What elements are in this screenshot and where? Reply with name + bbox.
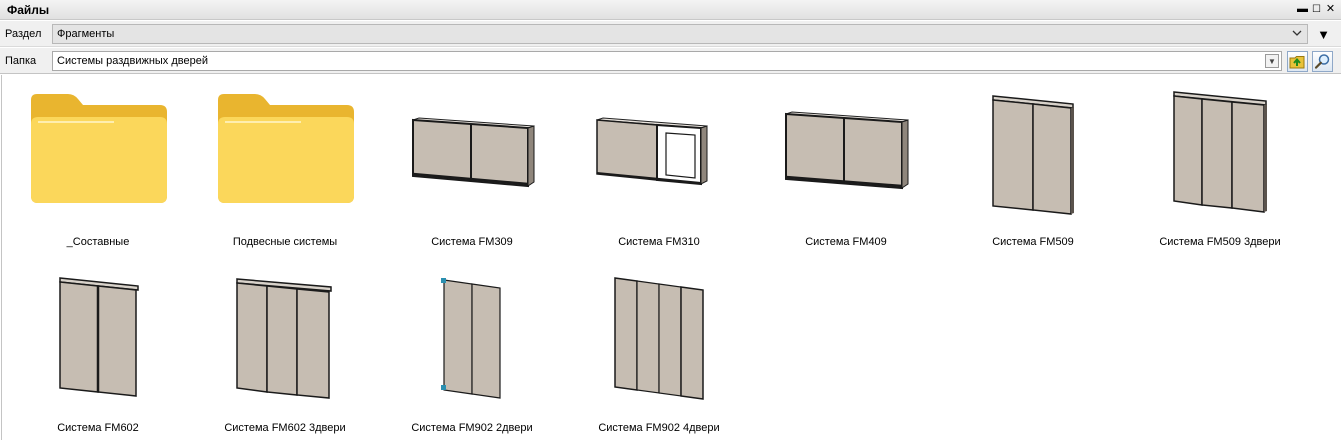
section-select[interactable]: Фрагменты [52, 24, 1308, 44]
item-label: _Составные [66, 236, 130, 248]
file-item[interactable]: Система FM309 [388, 84, 556, 248]
file-item[interactable]: Система FM509 3двери [1136, 84, 1304, 248]
folder-row: Папка Системы раздвижных дверей ▼ [0, 48, 1341, 74]
file-item[interactable]: Система FM409 [762, 84, 930, 248]
item-label: Система FM310 [618, 236, 700, 248]
item-label: Система FM309 [431, 236, 513, 248]
folder-item[interactable]: _Составные [14, 84, 182, 248]
item-label: Система FM902 4двери [598, 422, 720, 434]
folder-value: Системы раздвижных дверей [57, 55, 208, 67]
folder-icon [218, 94, 354, 203]
item-label: Система FM509 3двери [1159, 236, 1281, 248]
item-label: Подвесные системы [232, 236, 338, 248]
window-title: Файлы [7, 3, 50, 17]
dropdown-arrow-icon[interactable]: ▼ [1265, 54, 1279, 68]
maximize-icon[interactable]: ☐ [1310, 2, 1323, 17]
file-item[interactable]: Система FM602 3двери [201, 270, 369, 434]
section-value: Фрагменты [57, 28, 115, 40]
door-preview [59, 277, 139, 397]
wardrobe-preview [785, 111, 909, 190]
door-preview [614, 277, 704, 400]
item-label: Система FM902 2двери [411, 422, 533, 434]
door-preview [992, 95, 1074, 215]
door-preview [1173, 91, 1267, 213]
door-preview [236, 278, 332, 399]
item-label: Система FM602 3двери [224, 422, 346, 434]
file-item[interactable]: Система FM902 2двери [388, 270, 556, 434]
item-label: Система FM509 [992, 236, 1074, 248]
minimize-icon[interactable]: ▬ [1296, 2, 1309, 17]
search-icon [1314, 54, 1330, 69]
file-view: _Составные Подвесные системы Система FM3… [1, 75, 1340, 440]
file-item[interactable]: Система FM902 4двери [575, 270, 743, 434]
folder-label: Папка [5, 55, 37, 67]
folder-up-button[interactable] [1287, 51, 1308, 72]
section-row: Раздел Фрагменты ▼ [0, 21, 1341, 47]
search-button[interactable] [1312, 51, 1333, 72]
folder-icon [31, 94, 167, 203]
menu-triangle-icon[interactable]: ▼ [1317, 27, 1330, 42]
folder-up-icon [1289, 56, 1305, 69]
chevron-down-icon[interactable] [1290, 27, 1304, 41]
item-label: Система FM602 [57, 422, 139, 434]
title-bar: Файлы ▬ ☐ ✕ [0, 0, 1341, 20]
wardrobe-preview [596, 117, 708, 186]
folder-select[interactable]: Системы раздвижных дверей ▼ [52, 51, 1282, 71]
file-item[interactable]: Система FM602 [14, 270, 182, 434]
folder-item[interactable]: Подвесные системы [201, 84, 369, 248]
close-icon[interactable]: ✕ [1324, 2, 1337, 17]
door-preview [441, 278, 501, 399]
file-item[interactable]: Система FM310 [575, 84, 743, 248]
item-label: Система FM409 [805, 236, 887, 248]
section-label: Раздел [5, 28, 42, 40]
file-item[interactable]: Система FM509 [949, 84, 1117, 248]
wardrobe-preview [412, 117, 535, 188]
